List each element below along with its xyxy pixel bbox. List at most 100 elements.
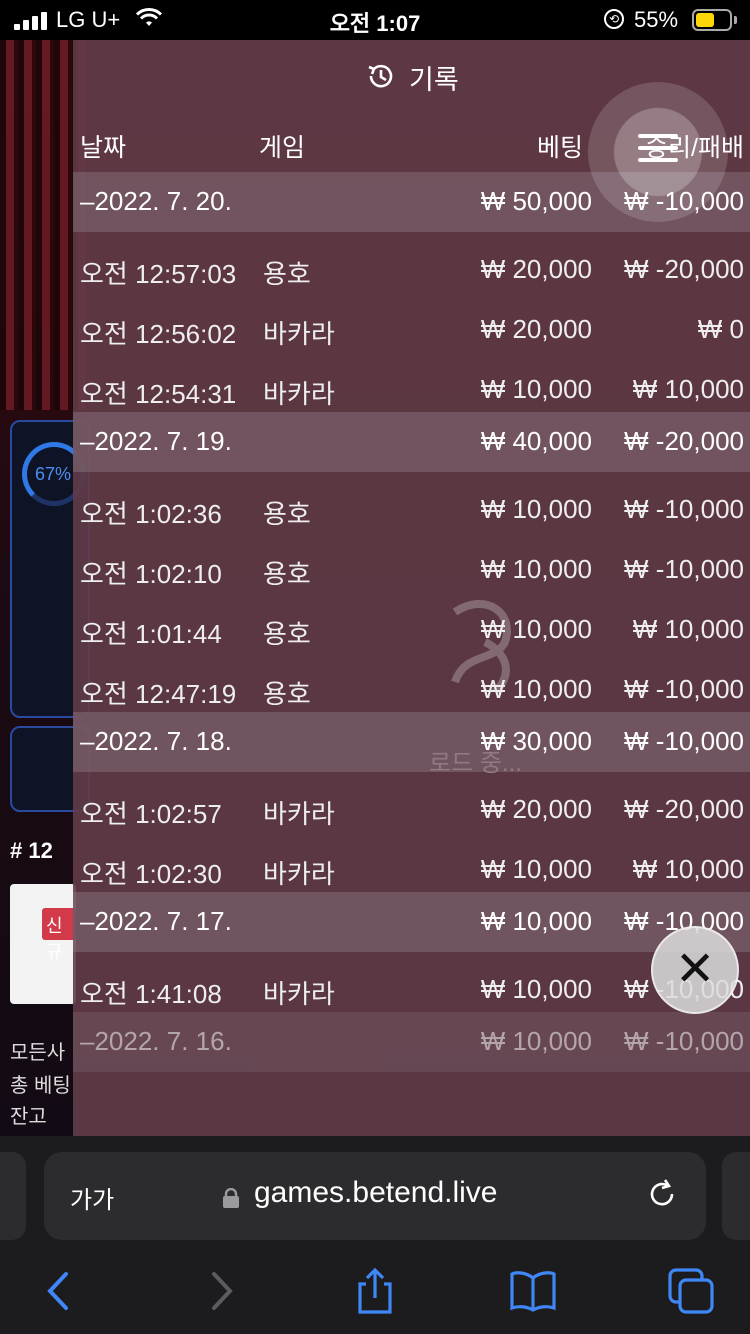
row-bet: ₩ 10,000 bbox=[480, 554, 592, 584]
date-group-header[interactable]: –2022. 7. 16. ₩ 10,000 ₩ -10,000 bbox=[73, 1012, 750, 1072]
row-bet: ₩ 10,000 bbox=[480, 854, 592, 884]
game-thumbnail[interactable] bbox=[10, 884, 76, 1004]
history-clock-icon bbox=[368, 64, 393, 88]
row-game: 용호 bbox=[263, 679, 311, 709]
url-text[interactable]: games.betend.live bbox=[254, 1176, 498, 1210]
row-time: 오전 1:02:57 bbox=[80, 799, 222, 829]
group-date: –2022. 7. 20. bbox=[80, 186, 232, 216]
group-bet-total: ₩ 10,000 bbox=[480, 1026, 592, 1056]
row-bet: ₩ 10,000 bbox=[480, 614, 592, 644]
row-bet: ₩ 20,000 bbox=[480, 254, 592, 284]
history-row[interactable]: 오전 12:47:19 용호 ₩ 10,000 ₩ -10,000 bbox=[73, 658, 750, 718]
row-time: 오전 1:02:30 bbox=[80, 859, 222, 889]
row-time: 오전 1:01:44 bbox=[80, 619, 222, 649]
row-time: 오전 1:41:08 bbox=[80, 979, 222, 1009]
row-result: ₩ -10,000 bbox=[624, 494, 744, 524]
row-time: 오전 12:54:31 bbox=[80, 379, 237, 409]
date-group-header[interactable]: –2022. 7. 18. ₩ 30,000 ₩ -10,000 bbox=[73, 712, 750, 772]
row-game: 용호 bbox=[263, 259, 311, 289]
bg-text-line-3: 잔고 bbox=[10, 1106, 47, 1128]
row-game: 용호 bbox=[263, 499, 311, 529]
row-bet: ₩ 10,000 bbox=[480, 374, 592, 404]
group-result-total: ₩ -20,000 bbox=[624, 426, 744, 456]
prev-tab-preview[interactable] bbox=[0, 1152, 26, 1240]
row-result: ₩ -10,000 bbox=[624, 674, 744, 704]
history-row[interactable]: 오전 1:01:44 용호 ₩ 10,000 ₩ 10,000 bbox=[73, 598, 750, 658]
group-date: –2022. 7. 16. bbox=[80, 1026, 232, 1056]
reload-icon[interactable] bbox=[644, 1176, 680, 1212]
new-badge: 신규 bbox=[42, 908, 76, 962]
forward-icon[interactable] bbox=[196, 1266, 246, 1316]
row-time: 오전 1:02:10 bbox=[80, 559, 222, 589]
row-bet: ₩ 20,000 bbox=[480, 794, 592, 824]
lock-icon bbox=[223, 1188, 239, 1208]
row-result: ₩ 0 bbox=[697, 314, 744, 344]
row-bet: ₩ 20,000 bbox=[480, 314, 592, 344]
back-icon[interactable] bbox=[34, 1266, 84, 1316]
bookmarks-icon[interactable] bbox=[508, 1266, 558, 1316]
battery-icon bbox=[692, 9, 732, 31]
menu-button[interactable] bbox=[588, 82, 728, 222]
row-time: 오전 12:57:03 bbox=[80, 259, 237, 289]
group-bet-total: ₩ 30,000 bbox=[480, 726, 592, 756]
row-game: 용호 bbox=[263, 559, 311, 589]
row-time: 오전 12:56:02 bbox=[80, 319, 237, 349]
history-row[interactable]: 오전 12:56:02 바카라 ₩ 20,000 ₩ 0 bbox=[73, 298, 750, 358]
group-bet-total: ₩ 50,000 bbox=[480, 186, 592, 216]
date-group-header[interactable]: –2022. 7. 19. ₩ 40,000 ₩ -20,000 bbox=[73, 412, 750, 472]
row-time: 오전 12:47:19 bbox=[80, 679, 237, 709]
row-game: 용호 bbox=[263, 619, 311, 649]
row-result: ₩ 10,000 bbox=[632, 374, 744, 404]
group-date: –2022. 7. 17. bbox=[80, 906, 232, 936]
history-row[interactable]: 오전 1:41:08바카라₩ 10,000₩ -10,000 bbox=[73, 958, 750, 1018]
close-icon: ✕ bbox=[675, 943, 716, 996]
address-bar[interactable]: 가가 games.betend.live bbox=[44, 1152, 706, 1240]
history-row[interactable]: 오전 1:02:57 바카라 ₩ 20,000 ₩ -20,000 bbox=[73, 778, 750, 838]
col-game: 게임 bbox=[259, 134, 306, 162]
history-title: 기록 bbox=[409, 65, 459, 95]
bg-text-line-2: 총 베팅 bbox=[10, 1075, 71, 1097]
share-icon[interactable] bbox=[350, 1266, 400, 1316]
row-game: 바카라 bbox=[263, 379, 335, 409]
next-tab-preview[interactable] bbox=[722, 1152, 750, 1240]
group-bet-total: ₩ 40,000 bbox=[480, 426, 592, 456]
history-row[interactable]: 오전 12:54:31 바카라 ₩ 10,000 ₩ 10,000 bbox=[73, 358, 750, 418]
browser-chrome: 가가 games.betend.live bbox=[0, 1136, 750, 1334]
col-bet: 베팅 bbox=[537, 134, 584, 162]
tabs-icon[interactable] bbox=[666, 1266, 716, 1316]
text-size-button[interactable]: 가가 bbox=[70, 1180, 114, 1215]
row-result: ₩ -20,000 bbox=[624, 794, 744, 824]
row-game: 바카라 bbox=[263, 859, 335, 889]
progress-percent: 67% bbox=[35, 464, 72, 484]
row-result: ₩ 10,000 bbox=[632, 614, 744, 644]
group-date: –2022. 7. 18. bbox=[80, 726, 232, 756]
row-game: 바카라 bbox=[263, 319, 335, 349]
browser-toolbar bbox=[0, 1266, 750, 1326]
history-row[interactable]: 오전 1:02:36 용호 ₩ 10,000 ₩ -10,000 bbox=[73, 478, 750, 538]
group-result-total: ₩ -10,000 bbox=[624, 726, 744, 756]
group-date: –2022. 7. 19. bbox=[80, 426, 232, 456]
history-row[interactable]: 오전 1:02:10 용호 ₩ 10,000 ₩ -10,000 bbox=[73, 538, 750, 598]
row-bet: ₩ 10,000 bbox=[480, 674, 592, 704]
date-group-header[interactable]: –2022. 7. 17. ₩ 10,000 ₩ -10,000 bbox=[73, 892, 750, 952]
row-bet: ₩ 10,000 bbox=[480, 974, 592, 1004]
rotation-lock-icon: ⟲ bbox=[604, 9, 624, 29]
group-result-total: ₩ -10,000 bbox=[624, 1026, 744, 1056]
bg-text-line-1: 모든사 bbox=[10, 1042, 66, 1064]
battery-cap bbox=[734, 16, 737, 24]
row-bet: ₩ 10,000 bbox=[480, 494, 592, 524]
group-bet-total: ₩ 10,000 bbox=[480, 906, 592, 936]
close-button[interactable]: ✕ bbox=[651, 926, 739, 1014]
row-game: 바카라 bbox=[263, 799, 335, 829]
row-result: ₩ 10,000 bbox=[632, 854, 744, 884]
row-result: ₩ -10,000 bbox=[624, 554, 744, 584]
battery-percent: 55% bbox=[634, 7, 679, 32]
status-bar: LG U+ 오전 1:07 ⟲ 55% bbox=[0, 0, 750, 40]
history-row[interactable]: 오전 1:02:30 바카라 ₩ 10,000 ₩ 10,000 bbox=[73, 838, 750, 898]
col-date: 날짜 bbox=[80, 134, 127, 162]
row-time: 오전 1:02:36 bbox=[80, 499, 222, 529]
history-row[interactable]: 오전 12:57:03 용호 ₩ 20,000 ₩ -20,000 bbox=[73, 238, 750, 298]
table-number: # 12 bbox=[10, 838, 53, 863]
row-game: 바카라 bbox=[263, 979, 335, 1009]
row-result: ₩ -20,000 bbox=[624, 254, 744, 284]
